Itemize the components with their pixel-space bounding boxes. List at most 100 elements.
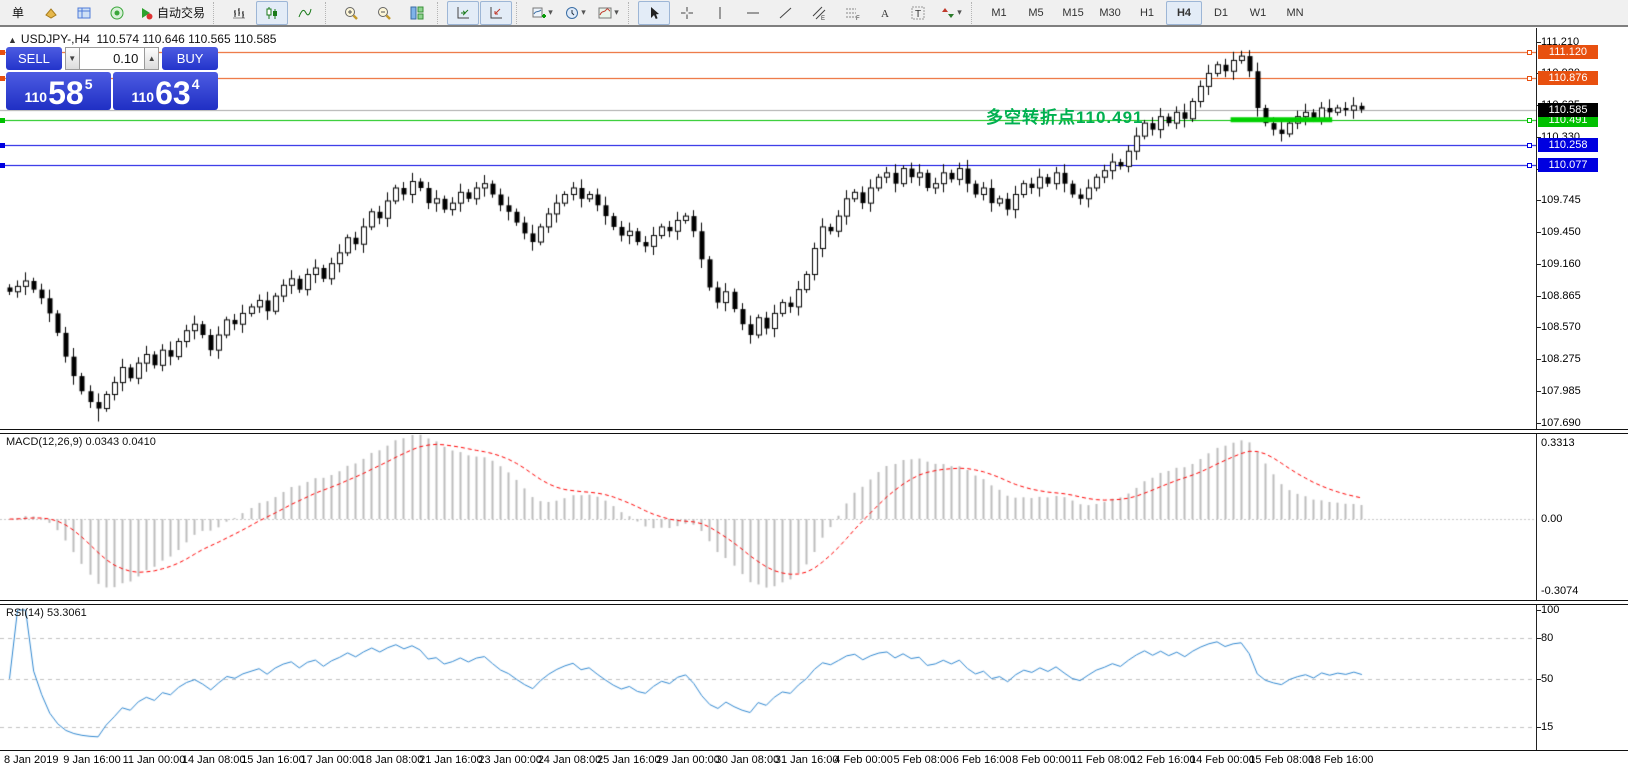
templates-button[interactable]: ▾: [592, 1, 624, 25]
channel-button[interactable]: E: [803, 1, 835, 25]
time-axis-label: 29 Jan 00:00: [656, 754, 720, 766]
rsi-tick-mark: [1536, 610, 1541, 611]
indicators-button[interactable]: ▾: [526, 1, 558, 25]
hline-right-handle[interactable]: [1527, 163, 1532, 168]
price-tick-label: 109.745: [1541, 194, 1581, 206]
zoom-in-button[interactable]: [335, 1, 367, 25]
timeframe-button-h4[interactable]: H4: [1166, 1, 1202, 25]
time-axis-label: 24 Jan 08:00: [538, 754, 602, 766]
main-chart-canvas[interactable]: [0, 28, 1536, 428]
rsi-label: RSI(14) 53.3061: [6, 607, 87, 619]
hline-right-handle[interactable]: [1527, 143, 1532, 148]
hline-left-handle[interactable]: [0, 143, 5, 148]
timeframe-button-h1[interactable]: H1: [1129, 1, 1165, 25]
text-label-button[interactable]: T: [902, 1, 934, 25]
volume-decrease-button[interactable]: ▼: [65, 47, 80, 70]
crosshair-button[interactable]: [671, 1, 703, 25]
text-button[interactable]: A: [869, 1, 901, 25]
timeframe-button-mn[interactable]: MN: [1277, 1, 1313, 25]
volume-input[interactable]: 0.10: [80, 47, 145, 70]
toolbar-separator: [437, 2, 443, 24]
timeframe-button-m30[interactable]: M30: [1092, 1, 1128, 25]
fibonacci-button[interactable]: F: [836, 1, 868, 25]
arrows-button[interactable]: ▾: [935, 1, 967, 25]
tile-windows-button[interactable]: [401, 1, 433, 25]
time-axis-line: [0, 750, 1628, 751]
time-axis-label: 15 Feb 08:00: [1249, 754, 1314, 766]
line-chart-button[interactable]: [289, 1, 321, 25]
volume-increase-button[interactable]: ▲: [144, 47, 159, 70]
hline-right-handle[interactable]: [1527, 50, 1532, 55]
rsi-scale-label: 50: [1541, 673, 1553, 685]
toolbar-separator: [516, 2, 522, 24]
bar-chart-button[interactable]: [223, 1, 255, 25]
time-axis-label: 9 Jan 16:00: [63, 754, 121, 766]
rsi-tick-mark: [1536, 679, 1541, 680]
chart-shift-button[interactable]: [480, 1, 512, 25]
time-axis-label: 11 Feb 08:00: [1071, 754, 1135, 766]
horizontal-line-button[interactable]: [737, 1, 769, 25]
hline-left-handle[interactable]: [0, 50, 5, 55]
time-axis-label: 25 Jan 16:00: [597, 754, 661, 766]
time-axis-label: 4 Feb 00:00: [834, 754, 893, 766]
navigator-icon[interactable]: [101, 1, 133, 25]
buy-button[interactable]: BUY: [162, 47, 218, 70]
new-order-button[interactable]: 单: [2, 1, 34, 25]
toolbar: 单自动交易▾▾▾EFAT▾M1M5M15M30H1H4D1W1MN: [0, 0, 1628, 27]
timeframe-button-m5[interactable]: M5: [1018, 1, 1054, 25]
time-axis-label: 12 Feb 16:00: [1131, 754, 1196, 766]
macd-canvas[interactable]: [0, 433, 1536, 599]
price-tick-label: 107.985: [1541, 385, 1581, 397]
auto-scroll-button[interactable]: [447, 1, 479, 25]
price-tick-label: 109.160: [1541, 258, 1581, 270]
time-axis-label: 17 Jan 00:00: [301, 754, 365, 766]
hline-left-handle[interactable]: [0, 118, 5, 123]
market-watch-icon[interactable]: [35, 1, 67, 25]
hline-price-tag: 110.876: [1538, 71, 1598, 85]
buy-price-sup: 4: [192, 76, 200, 92]
hline-right-handle[interactable]: [1527, 118, 1532, 123]
hline-price-tag: 111.120: [1538, 45, 1598, 59]
symbol-period-label: USDJPY-,H4: [21, 32, 90, 46]
hline-left-handle[interactable]: [0, 76, 5, 81]
data-window-icon[interactable]: [68, 1, 100, 25]
timeframe-button-m1[interactable]: M1: [981, 1, 1017, 25]
pane-separator[interactable]: [0, 429, 1628, 434]
periods-button[interactable]: ▾: [559, 1, 591, 25]
autotrading-button[interactable]: 自动交易: [134, 1, 209, 25]
buy-price-tile[interactable]: 110 63 4: [113, 72, 218, 110]
hline-right-handle[interactable]: [1527, 76, 1532, 81]
rsi-tick-mark: [1536, 727, 1541, 728]
macd-scale-bottom: -0.3074: [1541, 585, 1578, 597]
sell-button[interactable]: SELL: [6, 47, 62, 70]
macd-scale-zero: 0.00: [1541, 513, 1562, 525]
timeframe-button-d1[interactable]: D1: [1203, 1, 1239, 25]
zoom-out-button[interactable]: [368, 1, 400, 25]
rsi-canvas[interactable]: [0, 604, 1536, 749]
collapse-icon[interactable]: ▲: [8, 35, 17, 45]
time-axis-label: 31 Jan 16:00: [775, 754, 839, 766]
sell-price-tile[interactable]: 110 58 5: [6, 72, 111, 110]
rsi-scale-label: 80: [1541, 632, 1553, 644]
time-axis-label: 8 Feb 00:00: [1012, 754, 1071, 766]
trendline-button[interactable]: [770, 1, 802, 25]
time-axis-label: 14 Feb 00:00: [1190, 754, 1255, 766]
vertical-line-button[interactable]: [704, 1, 736, 25]
cursor-button[interactable]: [638, 1, 670, 25]
toolbar-separator: [213, 2, 219, 24]
time-axis-label: 30 Jan 08:00: [716, 754, 780, 766]
price-tick-label: 107.690: [1541, 417, 1581, 429]
time-axis-label: 21 Jan 16:00: [419, 754, 483, 766]
pane-separator[interactable]: [0, 600, 1628, 605]
price-tick-label: 108.570: [1541, 321, 1581, 333]
toolbar-separator: [325, 2, 331, 24]
timeframe-button-m15[interactable]: M15: [1055, 1, 1091, 25]
timeframe-button-w1[interactable]: W1: [1240, 1, 1276, 25]
hline-left-handle[interactable]: [0, 163, 5, 168]
price-tick-label: 108.275: [1541, 353, 1581, 365]
svg-text:A: A: [881, 8, 889, 20]
chart-text-annotation[interactable]: 多空转折点110.491: [986, 103, 1144, 128]
candlestick-button[interactable]: [256, 1, 288, 25]
time-axis-label: 8 Jan 2019: [4, 754, 58, 766]
time-axis-label: 18 Feb 16:00: [1309, 754, 1374, 766]
